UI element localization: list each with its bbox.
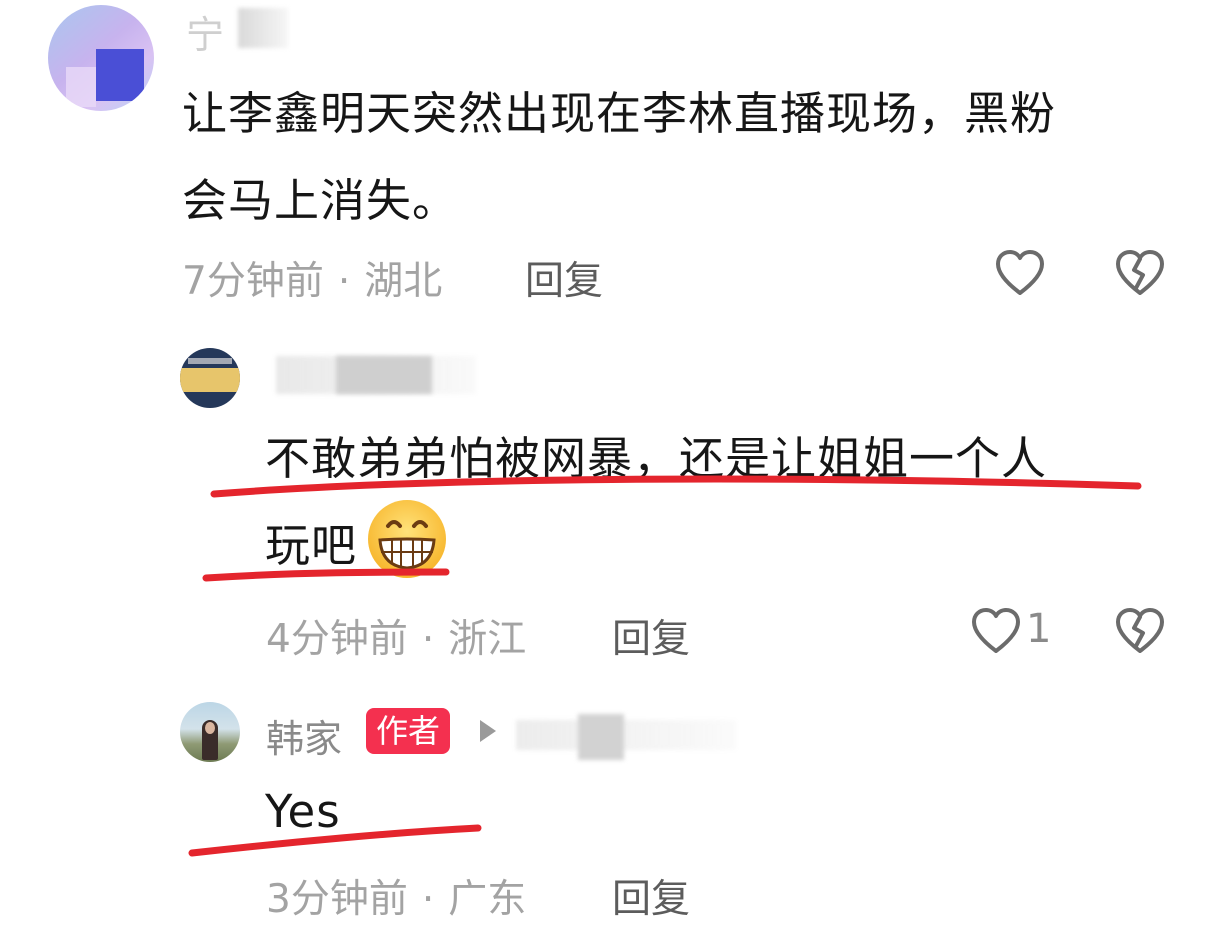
- username-redaction: [238, 8, 288, 48]
- comment-text-line: 会马上消失。: [182, 174, 459, 227]
- username[interactable]: 宁: [186, 4, 224, 59]
- like-count: 1: [1026, 606, 1052, 652]
- comment-time: 7分钟前: [182, 259, 324, 304]
- username-redaction: [336, 356, 432, 394]
- comment-meta: 4分钟前 · 浙江: [266, 608, 526, 664]
- meta-separator: ·: [337, 259, 351, 304]
- author-badge: 作者: [366, 708, 451, 754]
- username-redaction: [578, 714, 624, 760]
- broken-heart-icon[interactable]: [1114, 606, 1166, 658]
- meta-separator: ·: [421, 877, 435, 922]
- comment-meta: 3分钟前 · 广东: [266, 868, 526, 924]
- reply-button[interactable]: 回复: [612, 608, 690, 664]
- avatar[interactable]: [180, 702, 240, 762]
- broken-heart-icon[interactable]: [1114, 248, 1166, 300]
- meta-separator: ·: [421, 617, 435, 662]
- comment-location: 广东: [448, 877, 527, 922]
- username[interactable]: 韩家: [266, 708, 342, 763]
- comment-text-line: 不敢弟弟怕被网暴，还是让姐姐一个人: [265, 432, 1048, 485]
- comment-1: 宁 让李鑫明天突然出现在李林直播现场，黑粉 会马上消失。 7分钟前 · 湖北 回复: [0, 0, 1220, 320]
- comment-time: 3分钟前: [266, 877, 408, 922]
- comment-time: 4分钟前: [266, 617, 408, 662]
- comment-location: 浙江: [448, 617, 527, 662]
- comment-location: 湖北: [364, 259, 443, 304]
- heart-outline-icon[interactable]: [994, 248, 1046, 300]
- comment-text: Yes: [265, 785, 341, 838]
- comment-3: 韩家 作者 Yes 3分钟前 · 广东 回复: [0, 690, 1220, 935]
- comment-text-fragment: 玩吧: [265, 519, 358, 572]
- grinning-face-emoji: [368, 500, 446, 578]
- play-arrow-icon: [480, 720, 496, 742]
- comment-meta: 7分钟前 · 湖北: [182, 250, 442, 306]
- heart-outline-icon[interactable]: [970, 606, 1022, 658]
- comment-2: 不敢弟弟怕被网暴，还是让姐姐一个人 玩吧 4分钟前 · 浙江 回复 1: [0, 330, 1220, 670]
- avatar[interactable]: [48, 5, 154, 111]
- comment-text: 让李鑫明天突然出现在李林直播现场，黑粉 会马上消失。: [182, 70, 1182, 244]
- avatar[interactable]: [180, 348, 240, 408]
- comment-text-line: 让李鑫明天突然出现在李林直播现场，黑粉: [182, 87, 1057, 140]
- reply-button[interactable]: 回复: [612, 868, 690, 924]
- username-redaction: [516, 720, 736, 750]
- reply-button[interactable]: 回复: [525, 250, 603, 306]
